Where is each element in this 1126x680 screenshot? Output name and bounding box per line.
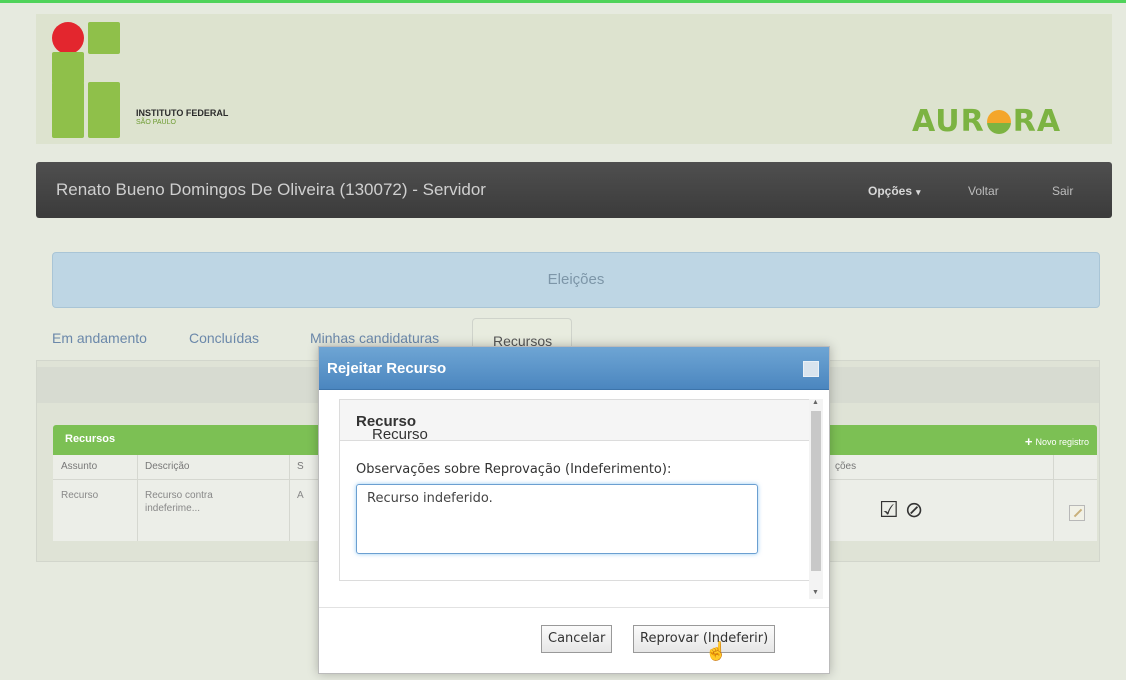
hand-cursor-icon: ☝ (705, 641, 728, 661)
logo-square (88, 106, 120, 138)
logo-square (88, 22, 120, 54)
options-label: Opções (868, 184, 913, 198)
elections-panel: Eleições (52, 252, 1100, 308)
dialog-titlebar: Rejeitar Recurso (319, 347, 829, 390)
aurora-logo: AUR RA (912, 106, 1092, 138)
dialog-title: Rejeitar Recurso (327, 360, 447, 377)
top-accent-line (0, 0, 1126, 3)
caret-down-icon: ▾ (916, 187, 921, 197)
footer-divider (319, 607, 829, 608)
divider (137, 455, 138, 541)
column-header: Assunto (61, 461, 98, 472)
observations-label: Observações sobre Reprovação (Indeferime… (356, 462, 672, 477)
scroll-up-icon[interactable]: ▲ (812, 399, 819, 406)
tab-em-andamento[interactable]: Em andamento (52, 330, 147, 346)
table-cell: Recurso (61, 490, 99, 501)
navbar: Renato Bueno Domingos De Oliveira (13007… (36, 162, 1112, 218)
dialog-form: Recurso Recurso Observações sobre Reprov… (339, 399, 811, 581)
scroll-down-icon[interactable]: ▼ (812, 589, 819, 596)
options-menu[interactable]: Opções ▾ (868, 184, 921, 198)
reject-icon[interactable]: ⊘ (905, 497, 923, 522)
aurora-text-right: RA (1012, 104, 1062, 139)
approve-icon[interactable]: ☑ (879, 497, 899, 522)
table-cell: A (297, 490, 304, 501)
user-name: Renato Bueno Domingos De Oliveira (13007… (56, 180, 486, 199)
logo-dot (52, 22, 84, 54)
cancel-button[interactable]: Cancelar (541, 625, 613, 653)
observations-textarea[interactable]: Recurso indeferido. (356, 484, 758, 554)
divider (1053, 455, 1054, 541)
aurora-text-left: AUR (912, 104, 985, 139)
column-header: ções (835, 461, 857, 472)
sun-icon (986, 110, 1011, 134)
logo-square (52, 106, 84, 138)
table-cell: Recurso contra indeferime... (145, 489, 213, 515)
logo-square (52, 52, 84, 84)
row-actions: ☑ ⊘ (879, 499, 923, 521)
logo-subtitle: SÃO PAULO (136, 119, 176, 126)
plus-icon: + (1024, 434, 1033, 449)
recursos-title: Recursos (65, 433, 116, 445)
close-icon[interactable] (803, 361, 819, 377)
tab-minhas-candidaturas[interactable]: Minhas candidaturas (310, 330, 439, 346)
divider (289, 455, 290, 541)
column-header: Descrição (145, 461, 190, 472)
heading-prefix: Recurso (372, 426, 428, 443)
form-heading: Recurso Recurso (340, 400, 810, 443)
institution-logo: INSTITUTO FEDERAL SÃO PAULO (52, 22, 292, 138)
logo-title: INSTITUTO FEDERAL (136, 108, 229, 118)
back-link[interactable]: Voltar (968, 184, 999, 198)
scrollbar-thumb[interactable] (811, 411, 821, 571)
new-record-label: Novo registro (1035, 437, 1089, 447)
cell-line: Recurso contra (145, 490, 213, 501)
cell-line: indeferime... (145, 503, 201, 514)
column-header: S (297, 461, 304, 472)
tab-concluidas[interactable]: Concluídas (189, 330, 259, 346)
edit-icon[interactable] (1069, 505, 1085, 521)
logout-link[interactable]: Sair (1052, 184, 1073, 198)
reject-dialog: Rejeitar Recurso Recurso Recurso Observa… (318, 346, 830, 674)
new-record-button[interactable]: + Novo registro (1025, 434, 1089, 449)
